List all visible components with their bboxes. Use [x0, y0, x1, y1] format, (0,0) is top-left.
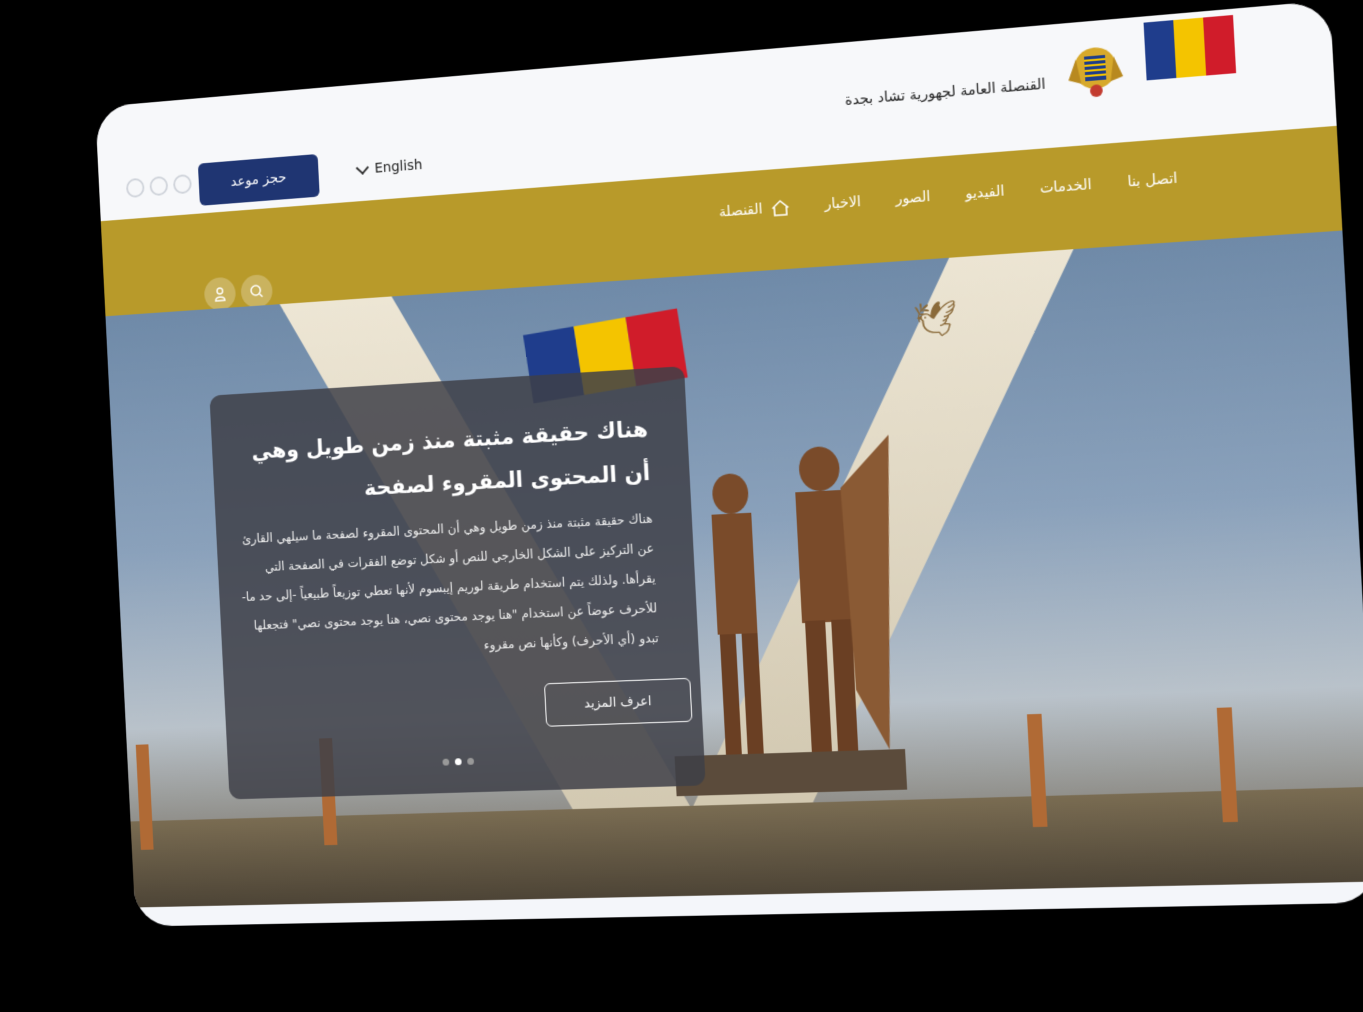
nav-label: الخدمات — [1039, 176, 1092, 198]
device-frame: حجز موعد English القنصلة العامة لجهورية … — [95, 0, 1363, 927]
nav-item-services[interactable]: الخدمات — [1039, 176, 1092, 198]
window-dot[interactable] — [149, 175, 169, 197]
search-button[interactable] — [240, 273, 274, 309]
dove-icon: 🕊 — [912, 298, 959, 342]
nav-label: القنصلة — [718, 201, 763, 221]
nav-item-photos[interactable]: الصور — [895, 188, 931, 209]
nav-item-video[interactable]: الفيديو — [965, 182, 1005, 203]
nav-label: الاخبار — [824, 194, 862, 213]
hero-title: هناك حقيقة مثبتة منذ زمن طويل وهي أن الم… — [250, 417, 651, 502]
site-title: القنصلة العامة لجهورية تشاد بجدة — [844, 76, 1047, 110]
hero-slider: 🕊 هناك حقيقة مثبتة منذ زمن طويل وهي أن ا… — [105, 230, 1363, 908]
coat-of-arms-icon — [1067, 45, 1124, 98]
user-button[interactable] — [203, 276, 237, 312]
learn-more-button[interactable]: اعرف المزيد — [543, 677, 693, 727]
nav-label: الفيديو — [964, 183, 1005, 203]
window-dot[interactable] — [125, 177, 145, 199]
search-icon — [249, 283, 265, 299]
window-controls — [125, 173, 192, 199]
window-dot[interactable] — [172, 173, 192, 195]
carousel-dots — [442, 757, 475, 766]
hero-body: هناك حقيقة مثبتة منذ زمن طويل وهي أن الم… — [241, 510, 659, 653]
nav-item-news[interactable]: الاخبار — [824, 193, 861, 214]
carousel-dot-active[interactable] — [454, 758, 462, 766]
nav-label: اتصل بنا — [1126, 170, 1178, 191]
main-nav: القنصلة الاخبار الصور الفيديو الخدمات ات… — [719, 169, 1178, 221]
hero-card: هناك حقيقة مثبتة منذ زمن طويل وهي أن الم… — [209, 366, 706, 800]
home-icon — [770, 198, 791, 218]
language-selector[interactable]: English — [355, 157, 423, 178]
language-label: English — [374, 157, 423, 177]
user-icon — [212, 286, 227, 302]
nav-item-consulate[interactable]: القنصلة — [719, 198, 791, 221]
nav-item-contact[interactable]: اتصل بنا — [1127, 169, 1178, 191]
carousel-dot[interactable] — [467, 757, 475, 765]
book-appointment-button[interactable]: حجز موعد — [197, 153, 320, 206]
chad-flag — [1143, 14, 1237, 81]
chevron-down-icon — [355, 161, 369, 175]
carousel-dot[interactable] — [442, 758, 450, 766]
nav-label: الصور — [894, 188, 931, 208]
